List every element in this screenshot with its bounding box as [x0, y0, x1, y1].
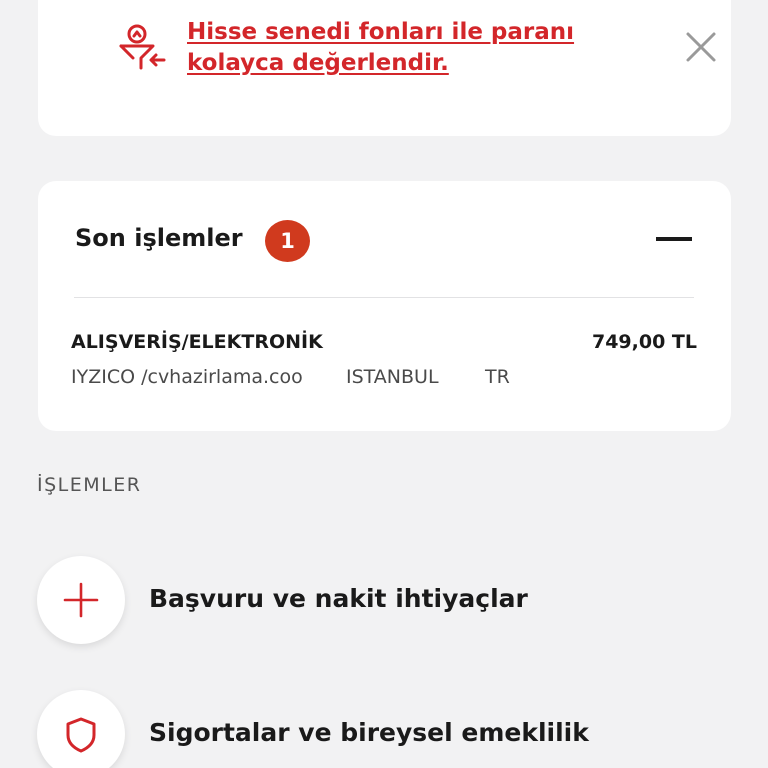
transaction-amount: 749,00 TL	[591, 331, 697, 353]
menu-item-insurance[interactable]: Sigortalar ve bireysel emeklilik	[37, 690, 737, 768]
transaction-category: ALIŞVERİŞ/ELEKTRONİK	[71, 331, 323, 353]
collapse-button[interactable]	[648, 221, 700, 257]
transaction-country: TR	[485, 366, 510, 388]
transaction-city: ISTANBUL	[346, 366, 439, 388]
operations-section-title: İŞLEMLER	[37, 474, 142, 496]
fund-growth-icon	[118, 22, 166, 72]
plus-icon	[61, 580, 101, 620]
shield-icon	[61, 714, 101, 754]
minus-icon	[656, 237, 692, 241]
menu-icon-circle	[37, 690, 125, 768]
promo-link[interactable]: Hisse senedi fonları ile paranı kolayca …	[187, 17, 667, 79]
transaction-count-badge: 1	[265, 220, 310, 262]
close-icon[interactable]	[684, 30, 718, 64]
recent-transactions-title: Son işlemler	[75, 224, 243, 252]
menu-item-label: Sigortalar ve bireysel emeklilik	[149, 718, 589, 747]
promo-card: Hisse senedi fonları ile paranı kolayca …	[38, 0, 731, 136]
menu-item-label: Başvuru ve nakit ihtiyaçlar	[149, 584, 528, 613]
menu-item-applications[interactable]: Başvuru ve nakit ihtiyaçlar	[37, 556, 737, 648]
recent-transactions-card: Son işlemler 1 ALIŞVERİŞ/ELEKTRONİK 749,…	[38, 181, 731, 431]
transaction-row[interactable]: ALIŞVERİŞ/ELEKTRONİK 749,00 TL IYZICO /c…	[38, 298, 731, 408]
transaction-merchant: IYZICO /cvhazirlama.coo	[71, 366, 303, 388]
menu-icon-circle	[37, 556, 125, 644]
